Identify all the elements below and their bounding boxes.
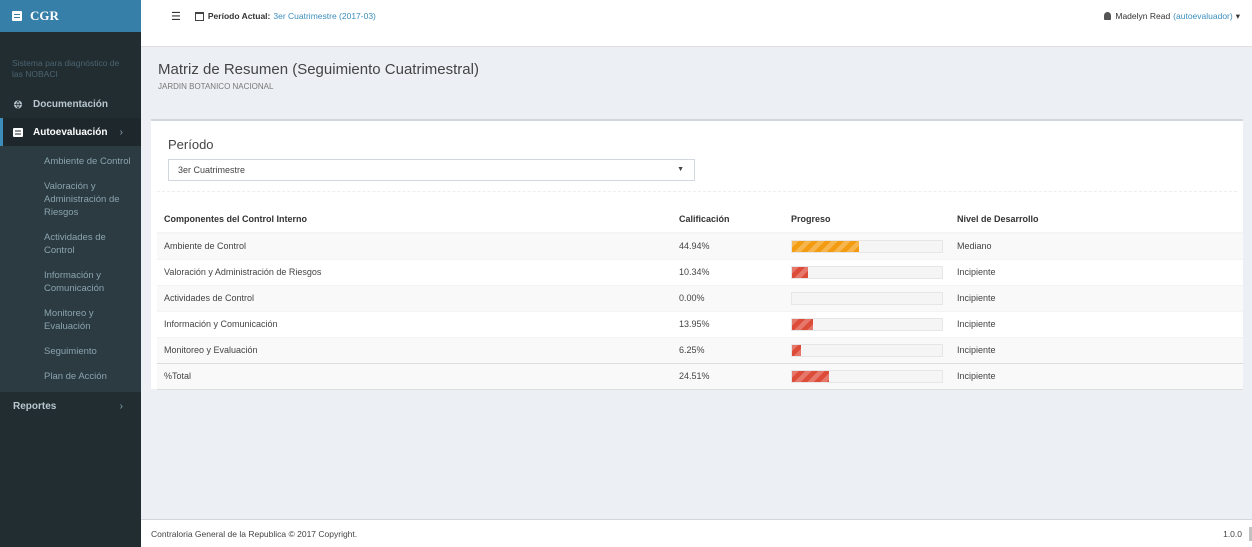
autoevaluacion-submenu: Ambiente de Control Valoración y Adminis… <box>0 146 141 392</box>
main-content: Matriz de Resumen (Seguimiento Cuatrimes… <box>141 47 1252 519</box>
sidebar-subitem-seguimiento[interactable]: Seguimiento <box>0 339 141 364</box>
user-name: Madelyn Read <box>1115 11 1171 21</box>
level-cell: Mediano <box>950 232 1243 259</box>
sidebar-item-autoevaluacion[interactable]: Autoevaluación › <box>0 118 141 146</box>
sidebar-subitem-monitoreo-evaluacion[interactable]: Monitoreo y Evaluación <box>0 301 141 339</box>
table-header-row: Componentes del Control Interno Califica… <box>157 206 1243 234</box>
divider <box>157 191 1237 192</box>
progress-cell <box>784 362 950 390</box>
sidebar-item-documentacion[interactable]: Documentación <box>0 90 141 118</box>
menu-logo-icon <box>12 11 22 21</box>
table-row: Ambiente de Control 44.94% Mediano <box>157 232 1243 259</box>
score-cell: 13.95% <box>672 310 784 337</box>
progress-bar <box>791 343 943 357</box>
component-cell: %Total <box>157 362 672 390</box>
sidebar-subitem-actividades-control[interactable]: Actividades de Control <box>0 225 141 263</box>
sidebar: CGR Sistema para diagnóstico de las NOBA… <box>0 0 141 547</box>
progress-bar <box>791 239 943 253</box>
progress-cell <box>784 284 950 311</box>
globe-icon <box>13 99 23 109</box>
level-cell: Incipiente <box>950 362 1243 390</box>
progress-bar-fill <box>792 318 813 330</box>
progress-cell <box>784 310 950 337</box>
user-role: (autoevaluador) <box>1173 11 1233 21</box>
progress-bar-fill <box>792 240 860 252</box>
user-menu[interactable]: Madelyn Read (autoevaluador) ▾ <box>1104 0 1240 32</box>
component-cell: Actividades de Control <box>157 284 672 311</box>
score-cell: 10.34% <box>672 258 784 285</box>
version-text: 1.0.0 <box>1223 528 1242 539</box>
caret-down-icon: ▼ <box>677 166 684 173</box>
sidebar-subitem-informacion-comunicacion[interactable]: Información y Comunicación <box>0 263 141 301</box>
chevron-right-icon: › <box>119 126 123 138</box>
period-label: Período Actual: <box>207 11 271 21</box>
page-title: Matriz de Resumen (Seguimiento Cuatrimes… <box>158 61 479 78</box>
progress-cell <box>784 232 950 259</box>
period-value: 3er Cuatrimestre (2017-03) <box>273 11 376 21</box>
system-description: Sistema para diagnóstico de las NOBACI <box>12 58 120 79</box>
score-cell: 6.25% <box>672 336 784 363</box>
level-cell: Incipiente <box>950 258 1243 285</box>
top-navbar: ☰ Período Actual: 3er Cuatrimestre (2017… <box>141 0 1252 47</box>
column-header-progreso: Progreso <box>784 206 950 234</box>
level-cell: Incipiente <box>950 284 1243 311</box>
component-cell: Monitoreo y Evaluación <box>157 336 672 363</box>
table-row-total: %Total 24.51% Incipiente <box>157 362 1243 390</box>
sidebar-item-label: Autoevaluación <box>33 126 108 138</box>
table-row: Información y Comunicación 13.95% Incipi… <box>157 310 1243 337</box>
brand-name: CGR <box>30 8 59 23</box>
component-cell: Ambiente de Control <box>157 232 672 259</box>
sidebar-menu: Documentación Autoevaluación › Ambiente … <box>0 90 141 420</box>
level-cell: Incipiente <box>950 336 1243 363</box>
progress-bar <box>791 369 943 383</box>
brand-logo[interactable]: CGR <box>0 0 141 32</box>
progress-bar <box>791 291 943 305</box>
score-cell: 24.51% <box>672 362 784 390</box>
calendar-icon <box>194 11 204 21</box>
copyright-text: Contraloria General de la Republica © 20… <box>151 528 358 539</box>
sidebar-subitem-plan-accion[interactable]: Plan de Acción <box>0 364 141 389</box>
progress-bar <box>791 317 943 331</box>
sidebar-item-reportes[interactable]: Reportes › <box>0 392 141 420</box>
progress-bar-fill <box>792 344 802 356</box>
caret-down-icon: ▾ <box>1235 10 1240 21</box>
level-cell: Incipiente <box>950 310 1243 337</box>
component-cell: Información y Comunicación <box>157 310 672 337</box>
list-icon <box>13 127 23 137</box>
progress-cell <box>784 336 950 363</box>
app: CGR Sistema para diagnóstico de las NOBA… <box>0 0 1252 547</box>
table-row: Monitoreo y Evaluación 6.25% Incipiente <box>157 336 1243 363</box>
page-subtitle: JARDIN BOTANICO NACIONAL <box>158 82 274 91</box>
column-header-nivel: Nivel de Desarrollo <box>950 206 1243 234</box>
progress-cell <box>784 258 950 285</box>
sidebar-subitem-ambiente-control[interactable]: Ambiente de Control <box>0 149 141 174</box>
footer: Contraloria General de la Republica © 20… <box>141 519 1252 547</box>
progress-bar-fill <box>792 370 829 382</box>
user-icon <box>1104 12 1112 20</box>
summary-box: Período 3er Cuatrimestre ▼ Componentes d… <box>151 119 1243 390</box>
sidebar-toggle-icon[interactable]: ☰ <box>171 10 181 23</box>
period-select[interactable]: 3er Cuatrimestre ▼ <box>168 159 695 181</box>
score-cell: 44.94% <box>672 232 784 259</box>
score-cell: 0.00% <box>672 284 784 311</box>
period-filter-label: Período <box>168 137 214 152</box>
period-select-value: 3er Cuatrimestre <box>178 165 246 175</box>
sidebar-item-label: Reportes <box>13 400 57 412</box>
table-row: Actividades de Control 0.00% Incipiente <box>157 284 1243 311</box>
summary-table: Componentes del Control Interno Califica… <box>157 206 1243 390</box>
component-cell: Valoración y Administración de Riesgos <box>157 258 672 285</box>
table-row: Valoración y Administración de Riesgos 1… <box>157 258 1243 285</box>
progress-bar <box>791 265 943 279</box>
sidebar-subitem-valoracion-riesgos[interactable]: Valoración y Administración de Riesgos <box>0 174 141 225</box>
sidebar-item-label: Documentación <box>33 98 109 110</box>
progress-bar-fill <box>792 266 808 278</box>
column-header-componentes: Componentes del Control Interno <box>157 206 672 234</box>
column-header-calificacion: Calificación <box>672 206 784 234</box>
chevron-right-icon: › <box>119 400 123 412</box>
